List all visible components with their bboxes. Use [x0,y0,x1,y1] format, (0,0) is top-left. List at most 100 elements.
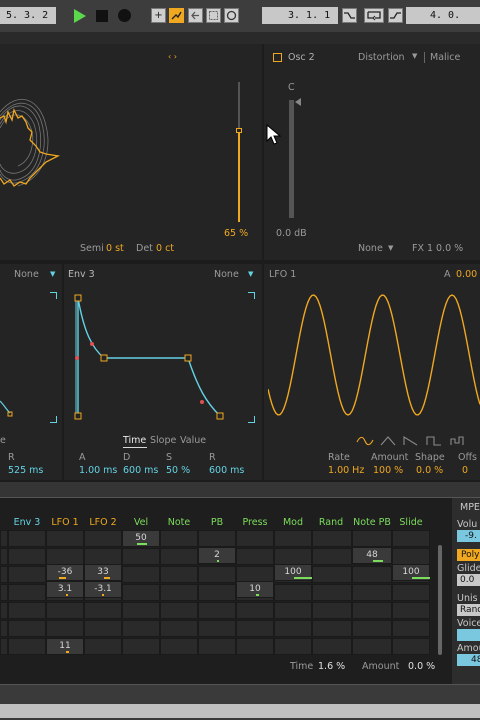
matrix-cell[interactable] [84,602,122,619]
osc2-toggle[interactable] [273,53,282,62]
matrix-cell[interactable] [0,548,8,565]
matrix-cell[interactable] [392,548,430,565]
matrix-cell[interactable] [392,620,430,637]
osc2-effect-mode[interactable]: Malice [430,52,460,63]
matrix-time-value[interactable]: 1.6 % [318,661,345,672]
matrix-cell-lfo2-3[interactable]: -3.1 [84,581,122,598]
osc2-gain-value[interactable]: 0.0 dB [276,228,307,239]
matrix-cell-slide-2[interactable]: 100 [392,564,430,581]
matrix-cell[interactable] [160,548,198,565]
matrix-cell[interactable] [160,566,198,583]
matrix-cell[interactable] [198,638,236,655]
matrix-cell[interactable] [122,584,160,601]
matrix-cell[interactable] [122,620,160,637]
matrix-cell[interactable] [312,548,352,565]
matrix-cell[interactable] [160,638,198,655]
volume-field[interactable]: -9. [457,530,480,542]
matrix-cell[interactable] [312,638,352,655]
matrix-cell[interactable] [312,602,352,619]
osc1-det-value[interactable]: 0 ct [156,243,174,254]
matrix-cell[interactable] [392,602,430,619]
matrix-cell[interactable] [236,602,274,619]
record-button[interactable] [118,9,131,22]
matrix-cell[interactable] [46,548,84,565]
matrix-cell[interactable] [274,620,312,637]
matrix-cell[interactable] [198,602,236,619]
matrix-cell[interactable] [8,530,46,547]
matrix-cell[interactable] [46,530,84,547]
matrix-cell[interactable] [392,638,430,655]
env3-r-value[interactable]: 600 ms [209,465,244,476]
matrix-cell[interactable] [198,584,236,601]
matrix-cell[interactable] [274,548,312,565]
lfo1-shape-value[interactable]: 0.0 % [416,465,443,476]
matrix-cell[interactable] [0,584,8,601]
matrix-cell-lfo1-3[interactable]: 3.1 [46,581,84,598]
matrix-cell[interactable] [0,566,8,583]
matrix-cell[interactable] [46,602,84,619]
matrix-cell[interactable] [236,620,274,637]
lfo1-waveform[interactable] [268,282,480,428]
osc1-semi-value[interactable]: 0 st [106,243,124,254]
matrix-scrollbar[interactable] [438,545,442,655]
env3-target-dropdown[interactable]: None [214,269,239,280]
stop-button[interactable] [96,10,108,22]
matrix-cell[interactable] [84,620,122,637]
matrix-cell-lfo2-2[interactable]: 33 [84,564,122,581]
capture-button[interactable] [206,8,221,23]
matrix-cell[interactable] [198,566,236,583]
matrix-cell[interactable] [122,638,160,655]
env3-mode-slope[interactable]: Slope [150,435,176,446]
matrix-cell[interactable] [274,638,312,655]
matrix-amount-value[interactable]: 0.0 % [408,661,435,672]
matrix-cell[interactable] [312,566,352,583]
matrix-cell[interactable] [0,638,8,655]
env3-d-value[interactable]: 600 ms [123,465,158,476]
matrix-cell[interactable] [312,530,352,547]
matrix-cell[interactable] [8,602,46,619]
back-to-arrangement-button[interactable] [188,8,203,23]
osc2-effect-dropdown[interactable]: Distortion [358,52,405,63]
automation-arm-button[interactable] [169,8,184,23]
matrix-cell[interactable] [236,530,274,547]
unison-amount-field[interactable]: 48 [457,654,480,666]
matrix-cell[interactable] [0,602,8,619]
matrix-cell[interactable] [160,602,198,619]
matrix-cell[interactable] [8,548,46,565]
matrix-cell[interactable] [352,530,392,547]
loop-button[interactable] [364,8,384,23]
matrix-cell[interactable] [198,620,236,637]
matrix-cell[interactable] [312,584,352,601]
matrix-cell[interactable] [392,530,430,547]
matrix-cell[interactable] [84,530,122,547]
matrix-cell[interactable] [0,530,8,547]
lfo1-shape-selector[interactable] [355,434,480,448]
matrix-cell[interactable] [312,620,352,637]
matrix-cell[interactable] [122,602,160,619]
osc1-level-handle[interactable] [236,128,242,133]
matrix-cell-lfo1-6[interactable]: 11 [46,638,84,655]
unison-dropdown[interactable]: Rand [457,604,480,616]
poly-button[interactable]: Poly [457,549,480,561]
matrix-cell-notepb-1[interactable]: 48 [352,547,392,564]
matrix-cell[interactable] [160,584,198,601]
osc2-route-dropdown[interactable]: None [358,243,383,254]
session-record-button[interactable] [224,8,239,23]
matrix-cell[interactable] [392,584,430,601]
matrix-cell[interactable] [122,566,160,583]
song-position-display[interactable]: 5. 3. 2 [0,7,56,24]
matrix-cell[interactable] [274,602,312,619]
punch-in-button[interactable] [342,8,357,23]
matrix-cell[interactable] [122,548,160,565]
osc2-gain-slider[interactable] [289,100,294,218]
matrix-cell[interactable] [198,530,236,547]
matrix-cell-vel-0[interactable]: 50 [122,530,160,547]
env3-mode-value[interactable]: Value [180,435,206,446]
matrix-cell[interactable] [46,620,84,637]
play-button[interactable] [72,8,88,24]
matrix-cell[interactable] [274,584,312,601]
matrix-cell[interactable] [0,620,8,637]
lfo1-amount-header-value[interactable]: 0.00 [456,269,477,280]
osc1-level-value[interactable]: 65 % [224,228,248,239]
env3-s-value[interactable]: 50 % [166,465,190,476]
